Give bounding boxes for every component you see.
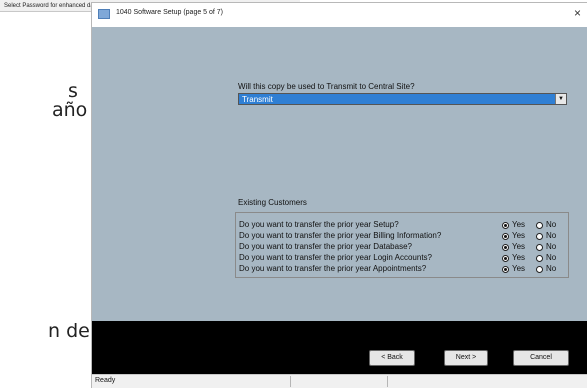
chevron-down-icon[interactable]: ▼ [555, 94, 566, 104]
yes-radio-label[interactable]: Yes [512, 220, 525, 229]
background-word-2: año [52, 99, 88, 121]
existing-customers-label: Existing Customers [238, 198, 307, 207]
transfer-row: Do you want to transfer the prior year S… [239, 220, 565, 231]
status-separator [387, 376, 388, 387]
back-button[interactable]: < Back [369, 350, 415, 366]
yes-radio[interactable] [502, 266, 509, 273]
transfer-row: Do you want to transfer the prior year D… [239, 242, 565, 253]
app-window-icon [98, 9, 110, 19]
status-text: Ready [95, 377, 116, 384]
no-radio-label[interactable]: No [546, 264, 556, 273]
close-icon[interactable]: × [574, 6, 581, 20]
yes-radio-label[interactable]: Yes [512, 264, 525, 273]
dialog-content: Will this copy be used to Transmit to Ce… [92, 27, 587, 321]
cancel-button[interactable]: Cancel [513, 350, 569, 366]
setup-dialog: 1040 Software Setup (page 5 of 7) × Will… [92, 3, 587, 388]
title-bar[interactable]: 1040 Software Setup (page 5 of 7) × [92, 3, 587, 27]
transfer-row-label: Do you want to transfer the prior year L… [239, 253, 432, 262]
transfer-row-label: Do you want to transfer the prior year D… [239, 242, 412, 251]
transfer-row-label: Do you want to transfer the prior year B… [239, 231, 442, 240]
no-radio[interactable] [536, 244, 543, 251]
transfer-row-label: Do you want to transfer the prior year S… [239, 220, 399, 229]
transfer-row: Do you want to transfer the prior year L… [239, 253, 565, 264]
transmit-select[interactable]: Transmit ▼ [238, 93, 567, 105]
no-radio[interactable] [536, 222, 543, 229]
no-radio[interactable] [536, 255, 543, 262]
transfer-row: Do you want to transfer the prior year B… [239, 231, 565, 242]
yes-radio[interactable] [502, 244, 509, 251]
next-button[interactable]: Next > [444, 350, 488, 366]
transfer-row-label: Do you want to transfer the prior year A… [239, 264, 427, 273]
dialog-title: 1040 Software Setup (page 5 of 7) [116, 9, 224, 16]
no-radio-label[interactable]: No [546, 242, 556, 251]
status-separator [290, 376, 291, 387]
status-bar: Ready [92, 374, 587, 388]
no-radio-label[interactable]: No [546, 231, 556, 240]
no-radio-label[interactable]: No [546, 220, 556, 229]
yes-radio[interactable] [502, 255, 509, 262]
yes-radio-label[interactable]: Yes [512, 242, 525, 251]
no-radio[interactable] [536, 233, 543, 240]
yes-radio[interactable] [502, 222, 509, 229]
no-radio[interactable] [536, 266, 543, 273]
transfer-row: Do you want to transfer the prior year A… [239, 264, 565, 275]
yes-radio-label[interactable]: Yes [512, 253, 525, 262]
transmit-select-value: Transmit [242, 95, 273, 104]
background-word-3: n de [48, 320, 90, 342]
dialog-footer: < Back Next > Cancel [92, 321, 587, 374]
yes-radio-label[interactable]: Yes [512, 231, 525, 240]
existing-customers-group: Do you want to transfer the prior year S… [235, 212, 569, 278]
yes-radio[interactable] [502, 233, 509, 240]
no-radio-label[interactable]: No [546, 253, 556, 262]
transmit-question: Will this copy be used to Transmit to Ce… [238, 82, 415, 91]
